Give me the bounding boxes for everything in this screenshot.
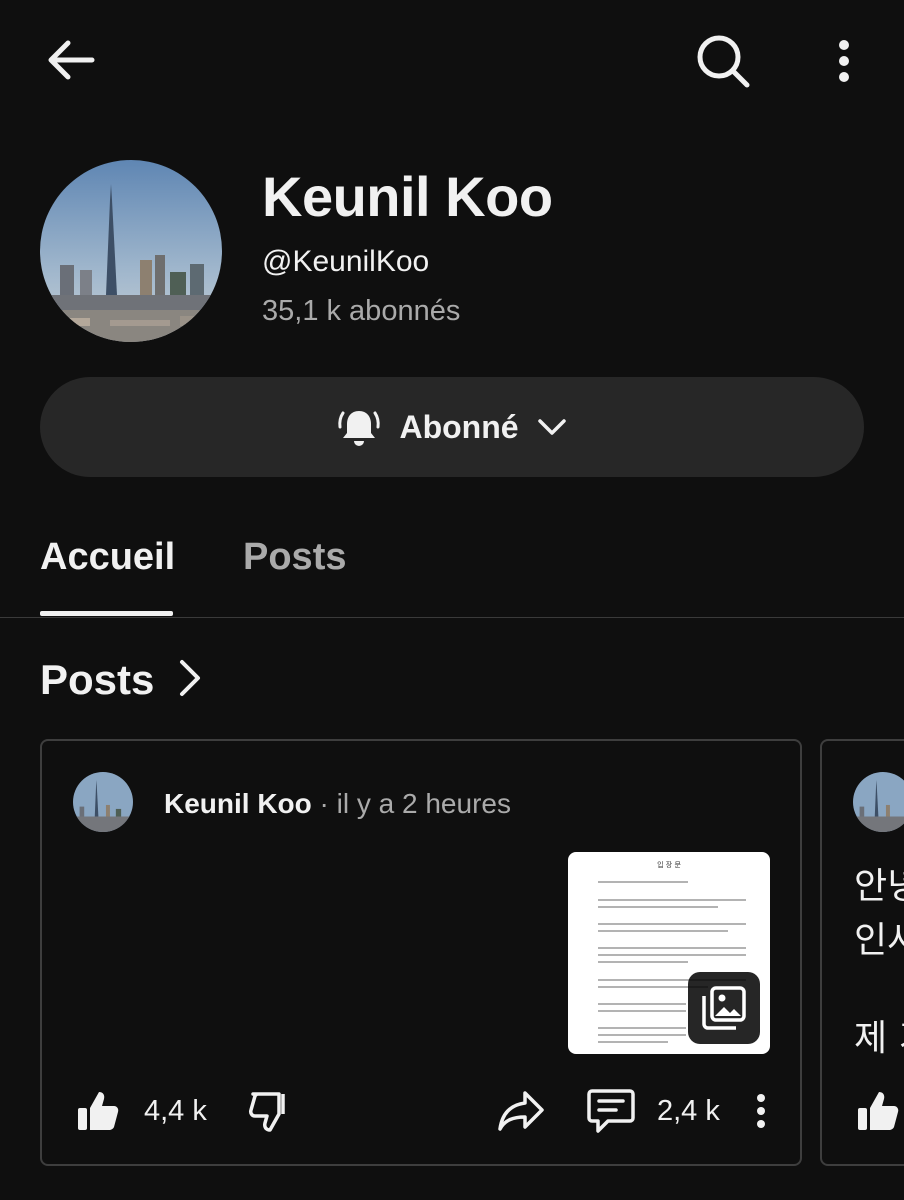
post-time: · il y a 2 heures: [311, 788, 511, 819]
more-options-button[interactable]: [820, 34, 868, 88]
post-author-avatar[interactable]: [73, 772, 133, 832]
post-author-name[interactable]: Keunil Koo: [164, 788, 312, 819]
subscriber-count: 35,1 k abonnés: [262, 295, 461, 327]
thumb-down-icon: [249, 1092, 285, 1132]
comments-button[interactable]: [585, 1086, 637, 1136]
more-vertical-icon: [757, 1094, 765, 1128]
next-post-text-line: 제 기: [854, 1018, 904, 1059]
comment-count: 2,4 k: [657, 1095, 720, 1127]
search-icon: [697, 35, 750, 88]
thumb-up-icon: [858, 1092, 899, 1130]
next-post-card[interactable]: 안녕 인사 제 기: [820, 739, 904, 1166]
post-card[interactable]: Keunil Koo · il y a 2 heures 입 장 문 4,4 k…: [40, 739, 802, 1166]
comment-icon: [587, 1089, 635, 1133]
gallery-badge: [688, 972, 760, 1044]
dislike-button[interactable]: [246, 1086, 296, 1136]
next-post-text-line: 인사: [854, 920, 904, 961]
active-tab-indicator: [40, 611, 173, 616]
channel-avatar[interactable]: [40, 160, 222, 342]
post-more-button[interactable]: [746, 1088, 776, 1134]
channel-handle: @KeunilKoo: [262, 245, 430, 278]
next-post-text-line: 안녕: [854, 866, 904, 907]
subscribed-button[interactable]: Abonné: [40, 377, 864, 477]
city-skyline-avatar: [853, 772, 904, 832]
subscribed-label: Abonné: [399, 408, 519, 445]
bell-ringing-icon: [338, 411, 381, 446]
tabs-divider: [0, 617, 904, 618]
like-count: 4,4 k: [144, 1095, 207, 1127]
image-gallery-icon: [702, 986, 746, 1030]
back-button[interactable]: [40, 34, 100, 86]
arrow-left-icon: [48, 40, 95, 80]
next-post-like-button[interactable]: [853, 1086, 903, 1136]
like-button[interactable]: [73, 1086, 123, 1136]
search-button[interactable]: [692, 32, 754, 90]
tab-posts[interactable]: Posts: [243, 536, 346, 579]
share-icon: [498, 1091, 544, 1131]
post-image-thumbnail[interactable]: 입 장 문: [568, 852, 770, 1054]
posts-section-title[interactable]: Posts: [40, 656, 154, 704]
post-header: Keunil Koo · il y a 2 heures: [164, 788, 511, 820]
chevron-down-icon: [537, 419, 566, 435]
more-vertical-icon: [839, 40, 849, 82]
posts-section-link[interactable]: [172, 656, 206, 700]
city-skyline-avatar: [40, 160, 222, 342]
chevron-right-icon: [180, 660, 200, 696]
tab-home[interactable]: Accueil: [40, 536, 175, 579]
city-skyline-avatar: [73, 772, 133, 832]
share-button[interactable]: [495, 1086, 547, 1136]
channel-name: Keunil Koo: [262, 165, 553, 228]
next-post-author-avatar[interactable]: [853, 772, 904, 832]
thumb-up-icon: [78, 1092, 119, 1130]
